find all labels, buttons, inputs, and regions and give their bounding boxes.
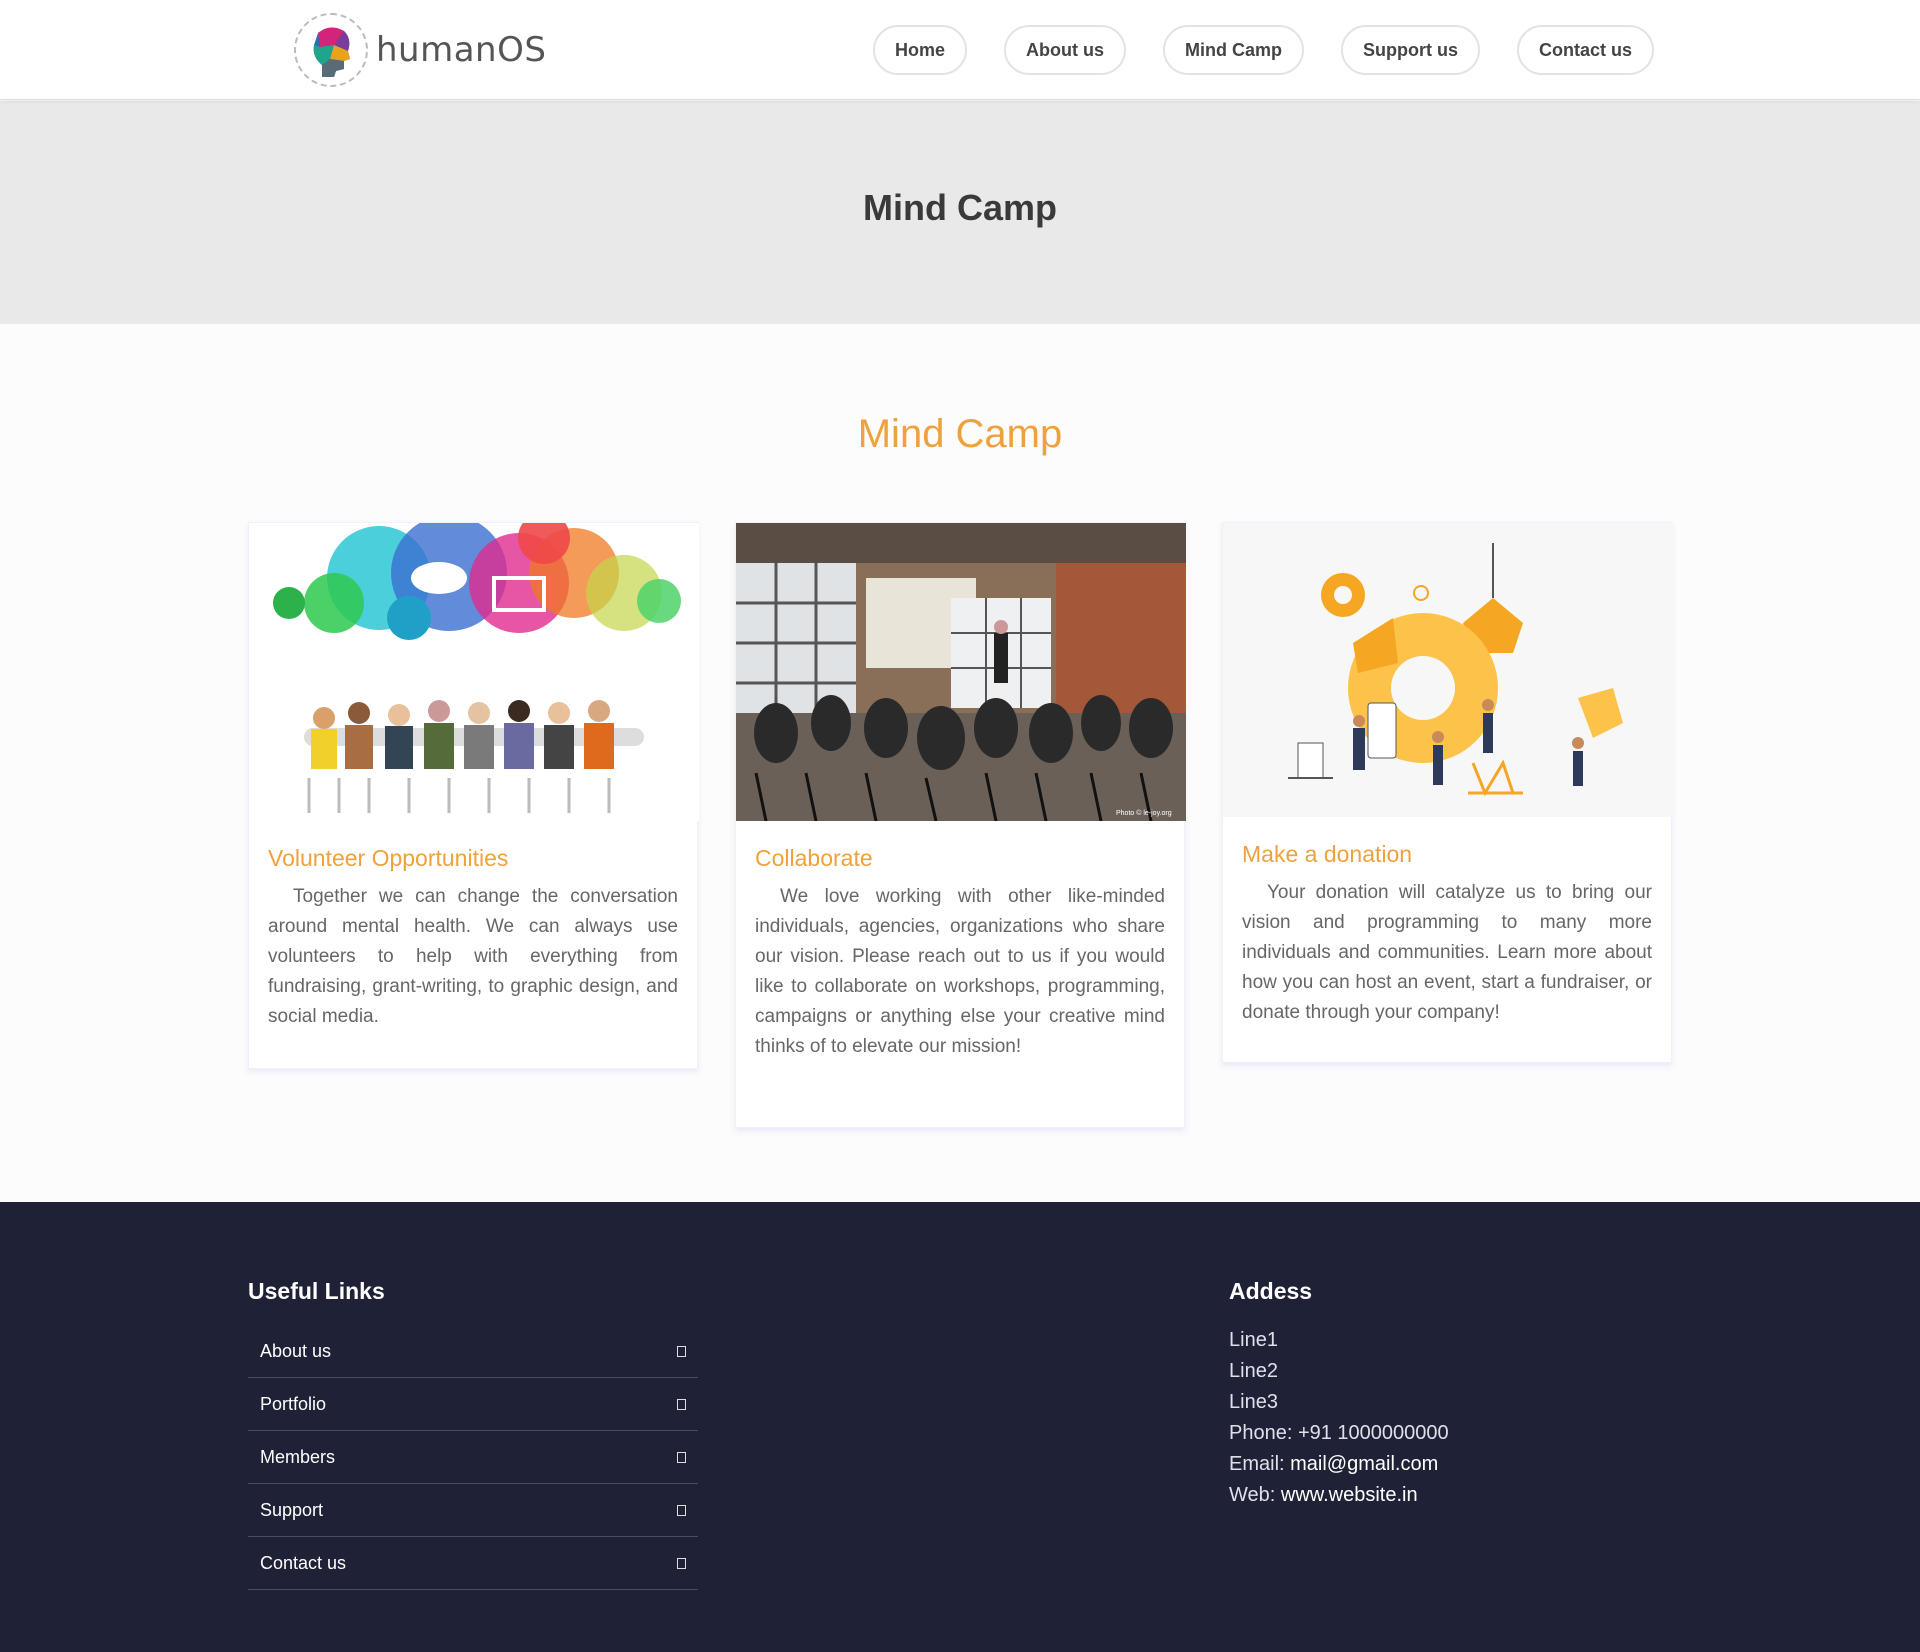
web-link[interactable]: www.website.in	[1281, 1484, 1418, 1506]
photo-credit: Photo © le-joy.org	[1116, 809, 1172, 817]
address-block: Addess Line1 Line2 Line3 Phone: +91 1000…	[1229, 1278, 1449, 1511]
external-link-icon	[677, 1345, 686, 1357]
site-footer: Useful Links About us Portfolio Members …	[0, 1202, 1920, 1652]
nav-support-us[interactable]: Support us	[1340, 25, 1480, 75]
email-link[interactable]: mail@gmail.com	[1290, 1453, 1438, 1475]
card-text: Together we can change the conversation …	[268, 886, 678, 1027]
main-nav: Home About us Mind Camp Support us Conta…	[872, 25, 1654, 75]
volunteer-image	[249, 523, 699, 821]
card-title: Collaborate	[755, 845, 873, 871]
nav-about-us[interactable]: About us	[1003, 25, 1126, 75]
external-link-icon	[677, 1504, 686, 1516]
card-title: Volunteer Opportunities	[268, 845, 509, 871]
address-line-2: Line2	[1229, 1360, 1278, 1382]
logo-icon	[294, 13, 368, 87]
external-link-icon	[677, 1398, 686, 1410]
phone-row: Phone: +91 1000000000	[1229, 1422, 1449, 1444]
page-title: Mind Camp	[863, 187, 1057, 228]
footer-link-members[interactable]: Members	[248, 1431, 698, 1484]
footer-link-support[interactable]: Support	[248, 1484, 698, 1537]
footer-link-about-us[interactable]: About us	[248, 1325, 698, 1378]
card-donation: Make a donation Your donation will catal…	[1222, 522, 1673, 1063]
external-link-icon	[677, 1451, 686, 1463]
card-title: Make a donation	[1242, 841, 1413, 867]
useful-links: Useful Links About us Portfolio Members …	[248, 1278, 698, 1590]
address-line-3: Line3	[1229, 1391, 1278, 1413]
address-line-1: Line1	[1229, 1329, 1278, 1351]
site-header: humanOS Home About us Mind Camp Support …	[0, 0, 1920, 100]
donation-image	[1223, 523, 1673, 817]
card-collaborate: Photo © le-joy.org Collaborate We love w…	[735, 522, 1186, 1128]
page-title-band: Mind Camp	[0, 101, 1920, 324]
nav-contact-us[interactable]: Contact us	[1516, 25, 1654, 75]
useful-links-title: Useful Links	[248, 1278, 385, 1304]
web-row: Web: www.website.in	[1229, 1484, 1418, 1506]
nav-mind-camp[interactable]: Mind Camp	[1162, 25, 1304, 75]
card-volunteer: Volunteer Opportunities Together we can …	[248, 522, 699, 1069]
address-title: Addess	[1229, 1278, 1313, 1304]
external-link-icon	[677, 1557, 686, 1569]
site-logo[interactable]: humanOS	[294, 13, 546, 87]
nav-home[interactable]: Home	[872, 25, 967, 75]
phone-number: +91 1000000000	[1297, 1422, 1449, 1444]
brand-name: humanOS	[376, 30, 547, 70]
footer-link-portfolio[interactable]: Portfolio	[248, 1378, 698, 1431]
section-title: Mind Camp	[857, 412, 1063, 456]
footer-link-contact-us[interactable]: Contact us	[248, 1537, 698, 1590]
card-text: Your donation will catalyze us to bring …	[1242, 882, 1652, 1023]
collaborate-image: Photo © le-joy.org	[736, 523, 1186, 821]
card-text: We love working with other like-minded i…	[755, 886, 1165, 1057]
email-row: Email: mail@gmail.com	[1229, 1453, 1439, 1475]
